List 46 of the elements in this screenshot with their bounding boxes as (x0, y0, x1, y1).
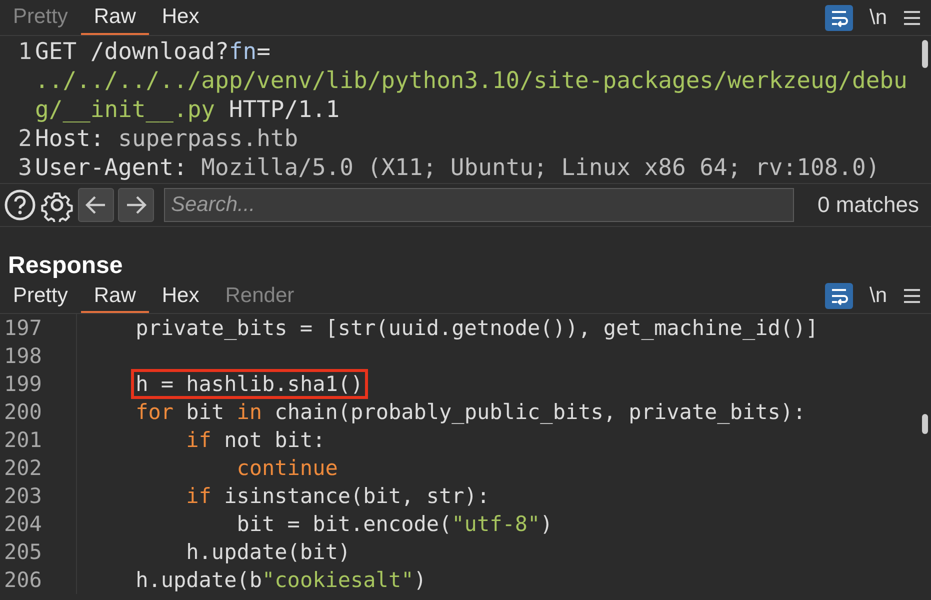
scrollbar-thumb[interactable] (922, 40, 928, 68)
menu-icon[interactable] (903, 10, 921, 26)
code-line: h.update(bit) (185, 539, 352, 566)
word-wrap-icon[interactable] (825, 283, 854, 309)
code-line: bit = bit.encode("utf-8") (236, 511, 554, 538)
line-number: 206 (0, 566, 77, 594)
line-number: 202 (0, 454, 77, 482)
newline-toggle[interactable]: \n (869, 284, 887, 308)
line-number: 1 (17, 38, 33, 67)
line-number: 2 (17, 125, 33, 154)
match-count: 0 matches (818, 192, 919, 218)
view-tab[interactable]: Pretty (0, 279, 81, 313)
code-line: GET /download?fn= (35, 38, 272, 67)
word-wrap-icon[interactable] (825, 4, 854, 30)
panel-title: Response (7, 251, 124, 279)
code-line: for bit in chain(probably_public_bits, private_bits): (134, 399, 807, 426)
code-line: ../../../../app/venv/lib/python3.10/site-packages/werkzeug/debu (35, 67, 908, 96)
line-number: 204 (0, 510, 77, 538)
code-line: User-Agent: Mozilla/5.0 (X11; Ubuntu; Linux x86 64; rv:108.0) (35, 154, 881, 183)
code-line: Host: superpass.htb (35, 125, 300, 154)
highlighted-code: h = hashlib.sha1() (130, 369, 368, 399)
left-arrow-icon (85, 195, 107, 215)
line-number: 205 (0, 538, 77, 566)
code-line: private_bits = [str(uuid.getnode()), get_machine_id()] (134, 315, 820, 342)
scrollbar-thumb[interactable] (922, 414, 928, 434)
code-line: h.update(b"cookiesalt") (134, 567, 428, 594)
menu-icon[interactable] (903, 288, 921, 304)
line-number: 199 (0, 370, 77, 398)
code-line: g/__init__.py HTTP/1.1 (35, 96, 341, 125)
line-number: 197 (0, 314, 77, 342)
search-field[interactable]: Search... (164, 188, 794, 222)
line-number: 201 (0, 426, 77, 454)
newline-toggle[interactable]: \n (869, 6, 887, 30)
line-number: 198 (0, 342, 77, 370)
code-line: if not bit: (185, 427, 326, 454)
code-line: if isinstance(bit, str): (185, 483, 491, 510)
code-line: continue (236, 455, 339, 482)
view-tab[interactable]: Hex (148, 279, 212, 313)
previous-button[interactable] (78, 188, 114, 222)
line-number: 200 (0, 398, 77, 426)
line-number: 3 (17, 154, 33, 183)
line-number: 203 (0, 482, 77, 510)
view-tab[interactable]: Hex (148, 0, 212, 35)
right-arrow-icon (125, 195, 147, 215)
next-button[interactable] (118, 188, 154, 222)
help-icon[interactable] (4, 189, 36, 221)
